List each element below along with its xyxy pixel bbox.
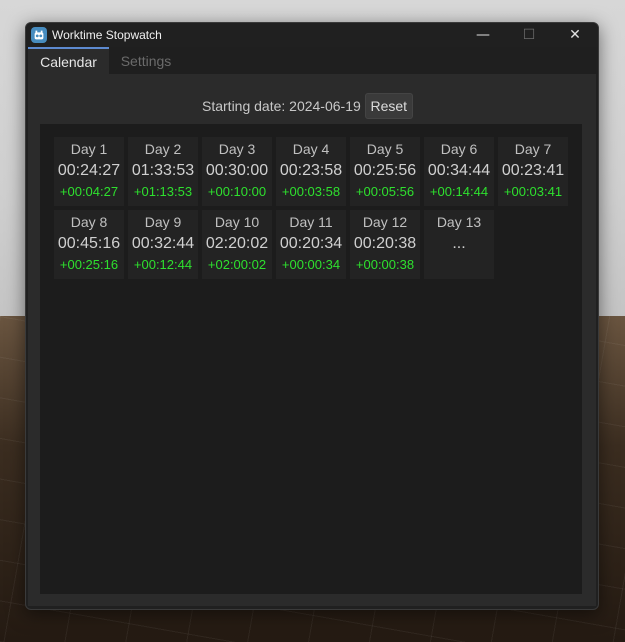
- day-label: Day 11: [289, 214, 333, 230]
- day-label: Day 6: [440, 141, 478, 157]
- day-time: 00:34:44: [427, 162, 491, 179]
- day-delta: +00:00:34: [281, 257, 341, 272]
- day-cell: Day 3 00:30:00 +00:10:00: [202, 137, 272, 206]
- day-label: Day 2: [144, 141, 182, 157]
- day-time: 00:30:00: [205, 162, 269, 179]
- tab-calendar[interactable]: Calendar: [28, 47, 109, 74]
- day-cell: Day 7 00:23:41 +00:03:41: [498, 137, 568, 206]
- day-cell: Day 13 ...: [424, 210, 494, 279]
- day-cell: Day 6 00:34:44 +00:14:44: [424, 137, 494, 206]
- close-button[interactable]: ✕: [552, 23, 598, 47]
- day-cell: Day 1 00:24:27 +00:04:27: [54, 137, 124, 206]
- day-label: Day 8: [70, 214, 108, 230]
- day-delta: +00:03:58: [281, 184, 341, 199]
- day-cell: Day 8 00:45:16 +00:25:16: [54, 210, 124, 279]
- tab-bar: Calendar Settings: [26, 47, 598, 74]
- maximize-button[interactable]: ☐: [506, 23, 552, 47]
- godot-app-icon: [31, 27, 47, 43]
- day-cell: Day 10 02:20:02 +02:00:02: [202, 210, 272, 279]
- day-delta: +02:00:02: [207, 257, 267, 272]
- day-label: Day 10: [214, 214, 260, 230]
- starting-date-row: Starting date: 2024-06-19 Reset: [202, 92, 413, 120]
- day-delta: +00:04:27: [59, 184, 119, 199]
- day-cell: Day 4 00:23:58 +00:03:58: [276, 137, 346, 206]
- day-time: 00:24:27: [57, 162, 121, 179]
- day-label: Day 9: [144, 214, 182, 230]
- day-delta: +01:13:53: [133, 184, 193, 199]
- day-time: 02:20:02: [205, 235, 269, 252]
- day-label: Day 12: [362, 214, 408, 230]
- day-time: 00:23:41: [501, 162, 565, 179]
- day-label: Day 1: [70, 141, 108, 157]
- day-label: Day 7: [514, 141, 552, 157]
- day-cell: Day 12 00:20:38 +00:00:38: [350, 210, 420, 279]
- day-time: 00:25:56: [353, 162, 417, 179]
- minimize-button[interactable]: —: [460, 23, 506, 47]
- day-time: 00:45:16: [57, 235, 121, 252]
- day-time: 00:20:38: [353, 235, 417, 252]
- window-title: Worktime Stopwatch: [52, 28, 162, 42]
- day-delta: +00:12:44: [133, 257, 193, 272]
- title-bar[interactable]: Worktime Stopwatch — ☐ ✕: [26, 23, 598, 47]
- day-cell: Day 9 00:32:44 +00:12:44: [128, 210, 198, 279]
- starting-date-label: Starting date: 2024-06-19: [202, 98, 361, 114]
- day-cell: Day 5 00:25:56 +00:05:56: [350, 137, 420, 206]
- days-grid: Day 1 00:24:27 +00:04:27 Day 2 01:33:53 …: [40, 124, 582, 594]
- tab-settings[interactable]: Settings: [110, 47, 182, 74]
- day-label: Day 3: [218, 141, 256, 157]
- day-delta: +00:03:41: [503, 184, 563, 199]
- day-delta: +00:14:44: [429, 184, 489, 199]
- day-time: 00:20:34: [279, 235, 343, 252]
- day-time: 01:33:53: [131, 162, 195, 179]
- reset-button[interactable]: Reset: [364, 93, 413, 119]
- day-delta: +00:00:38: [355, 257, 415, 272]
- day-delta: +00:25:16: [59, 257, 119, 272]
- day-time: 00:32:44: [131, 235, 195, 252]
- day-label: Day 4: [292, 141, 330, 157]
- day-label: Day 13: [436, 214, 482, 230]
- day-delta: +00:10:00: [207, 184, 267, 199]
- app-window: Worktime Stopwatch — ☐ ✕ Calendar Settin…: [25, 22, 599, 610]
- calendar-panel: Starting date: 2024-06-19 Reset Day 1 00…: [28, 74, 596, 606]
- day-cell: Day 2 01:33:53 +01:13:53: [128, 137, 198, 206]
- day-label: Day 5: [366, 141, 404, 157]
- day-time: ...: [452, 235, 466, 252]
- day-time: 00:23:58: [279, 162, 343, 179]
- day-delta: +00:05:56: [355, 184, 415, 199]
- day-cell: Day 11 00:20:34 +00:00:34: [276, 210, 346, 279]
